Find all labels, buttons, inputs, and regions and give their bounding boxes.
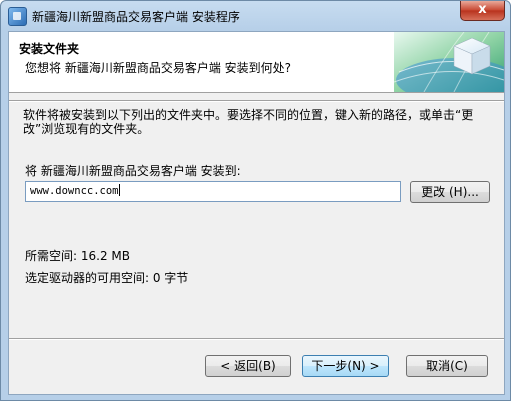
next-button[interactable]: 下一步(N) >: [302, 355, 389, 377]
page-title: 安装文件夹: [19, 42, 80, 56]
header-divider: [9, 100, 504, 102]
title-bar[interactable]: 新疆海川新盟商品交易客户端 安装程序 x: [1, 1, 510, 31]
required-space-text: 所需空间: 16.2 MB: [25, 249, 130, 263]
available-space-text: 选定驱动器的可用空间: 0 字节: [25, 271, 189, 285]
install-path-input[interactable]: www.downcc.com: [25, 181, 401, 202]
change-button[interactable]: 更改 (H)...: [410, 181, 490, 203]
install-path-value: www.downcc.com: [30, 185, 119, 197]
back-button[interactable]: < 返回(B): [205, 355, 291, 377]
footer-divider: [9, 338, 504, 340]
cancel-button[interactable]: 取消(C): [406, 355, 488, 377]
installer-window: 新疆海川新盟商品交易客户端 安装程序 x 安装文件夹 您想将 新疆海川新盟商品交…: [0, 0, 511, 401]
globe-cube-icon: [394, 32, 504, 92]
app-icon: [8, 7, 27, 26]
description-text: 软件将被安装到以下列出的文件夹中。要选择不同的位置，键入新的路径，或单击“更改”…: [23, 108, 474, 136]
window-title: 新疆海川新盟商品交易客户端 安装程序: [32, 10, 240, 24]
dialog-client: 安装文件夹 您想将 新疆海川新盟商品交易客户端 安装到何处? 软件将被安装到以下…: [8, 31, 505, 395]
wizard-header: 安装文件夹 您想将 新疆海川新盟商品交易客户端 安装到何处?: [9, 32, 504, 93]
install-location-label: 将 新疆海川新盟商品交易客户端 安装到:: [25, 164, 241, 178]
page-subtitle: 您想将 新疆海川新盟商品交易客户端 安装到何处?: [25, 61, 291, 75]
close-button[interactable]: x: [460, 1, 505, 21]
text-caret: [118, 184, 120, 196]
